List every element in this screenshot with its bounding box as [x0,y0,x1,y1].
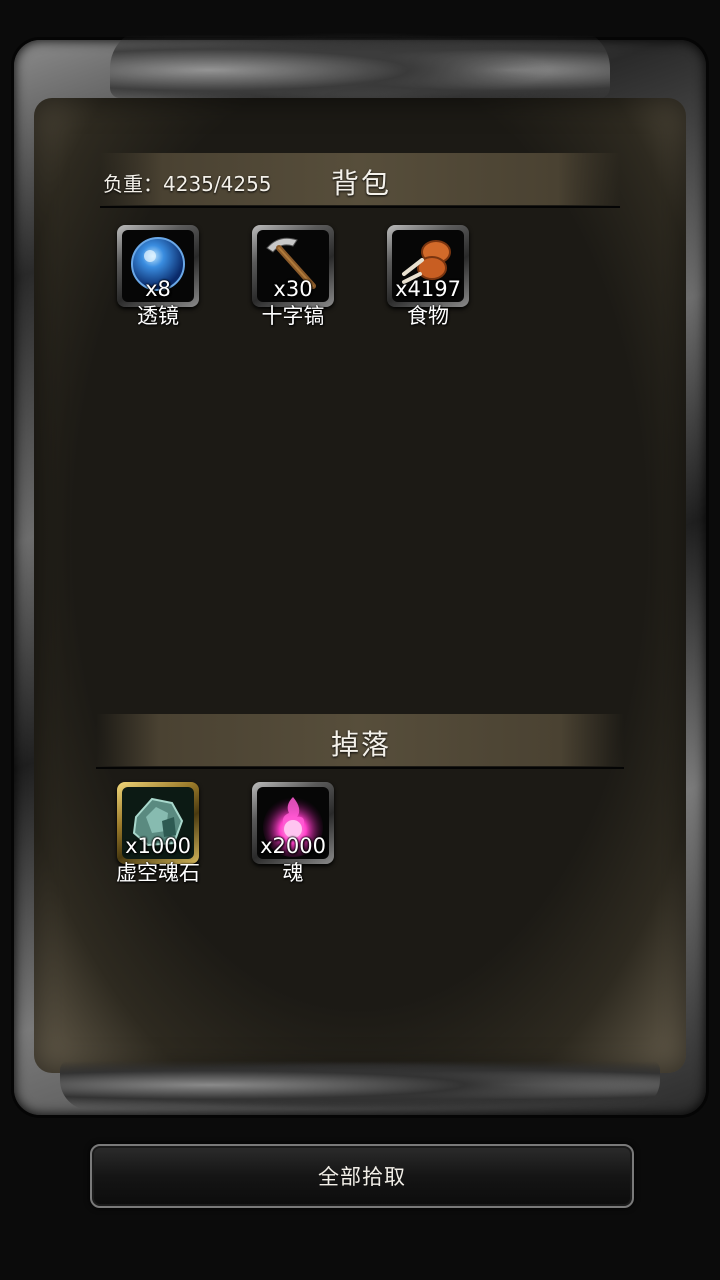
item-count: x1000 [125,834,191,858]
frame-ornament-top [110,28,610,98]
backpack-slot-lens[interactable]: x8 [117,225,199,307]
item-label-soul: 魂 [282,861,304,885]
item-label-lens: 透镜 [137,304,179,328]
frame-ornament-bottom [60,1060,660,1110]
backpack-header-rule [100,206,620,208]
drops-header-rule [96,767,624,769]
weight-label: 负重：4235/4255 [103,172,272,196]
drop-slot-void-soulstone[interactable]: x1000 [117,782,199,864]
item-label-void-soulstone: 虚空魂石 [116,861,200,885]
item-label-pickaxe: 十字镐 [261,304,325,328]
item-count: x30 [273,277,313,301]
drops-title: 掉落 [331,728,392,761]
backpack-slot-pickaxe[interactable]: x30 [252,225,334,307]
item-count: x4197 [395,277,461,301]
item-count: x2000 [260,834,326,858]
drop-slot-soul[interactable]: x2000 [252,782,334,864]
item-count: x8 [145,277,171,301]
item-label-food: 食物 [407,304,449,328]
pickup-all-button[interactable]: 全部拾取 [90,1144,634,1208]
backpack-slot-food[interactable]: x4197 [387,225,469,307]
backpack-title: 背包 [331,167,392,200]
